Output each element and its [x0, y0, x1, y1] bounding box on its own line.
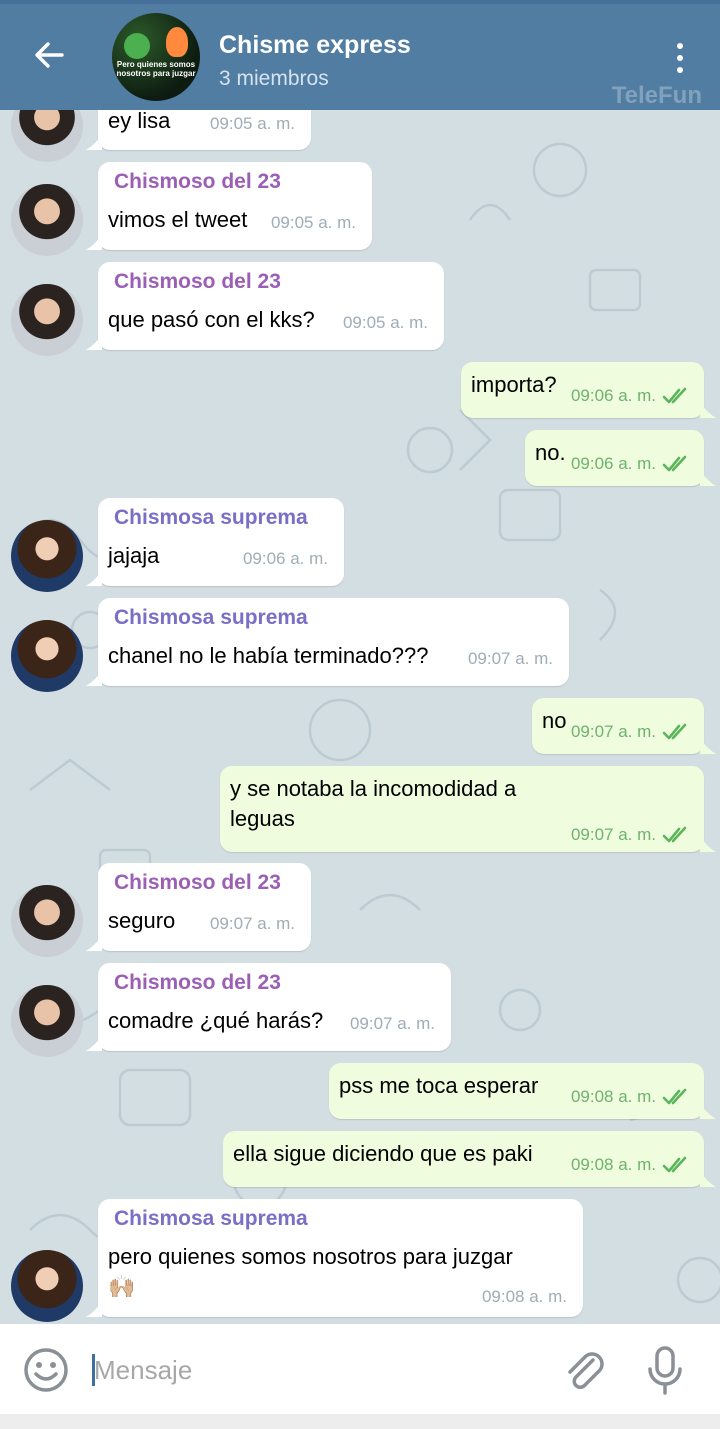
message-text: ella sigue diciendo que es paki	[233, 1141, 533, 1166]
message-text: leguas	[230, 806, 295, 831]
message-time: 09:06 a. m.	[242, 549, 328, 568]
message-text: seguro	[108, 908, 176, 933]
sender-name[interactable]: Chismosa suprema	[114, 1207, 308, 1231]
message-input-wrapper	[90, 1348, 530, 1392]
message-text: que pasó con el kks?	[108, 307, 315, 332]
bubble-tail	[700, 1171, 716, 1187]
message-time: 09:05 a. m.	[209, 114, 295, 133]
outgoing-message[interactable]: pss me toca esperar 09:08 a. m.	[329, 1063, 716, 1119]
incoming-message[interactable]: Chismoso del 23 comadre ¿qué harás? 09:07 …	[86, 963, 451, 1051]
double-check-icon	[662, 826, 687, 843]
message-text: y se notaba la incomodidad a	[230, 776, 517, 801]
avatar[interactable]	[11, 885, 83, 957]
incoming-message[interactable]: ey lisa 09:05 a. m.	[86, 110, 311, 150]
incoming-message[interactable]: Chismosa suprema pero quienes somos nosot…	[86, 1199, 583, 1317]
watermark: TeleFun	[611, 82, 702, 109]
more-vertical-icon[interactable]	[662, 38, 698, 78]
incoming-message[interactable]: Chismoso del 23 que pasó con el kks? 09:05…	[86, 262, 444, 350]
bubble-tail	[700, 470, 716, 486]
chat-header: Pero quienes somos nosotros para juzgar …	[0, 0, 720, 110]
message-text: importa?	[471, 372, 557, 397]
message-text: ey lisa	[108, 110, 171, 133]
avatar[interactable]	[11, 620, 83, 692]
bubble-tail	[700, 738, 716, 754]
message-time: 09:06 a. m.	[570, 386, 656, 405]
message-text: chanel no le había terminado???	[108, 643, 429, 668]
message-time: 09:07 a. m.	[570, 722, 656, 741]
message-text: jajaja	[108, 543, 160, 568]
group-avatar[interactable]: Pero quienes somos nosotros para juzgar	[112, 13, 200, 101]
message-time: 09:08 a. m.	[481, 1287, 567, 1306]
bubble-tail	[86, 1301, 102, 1317]
incoming-message[interactable]: Chismosa suprema chanel no le había termi…	[86, 598, 569, 686]
double-check-icon	[662, 455, 687, 472]
group-avatar-caption: Pero quienes somos nosotros para juzgar	[116, 60, 196, 78]
double-check-icon	[662, 387, 687, 404]
message-time: 09:07 a. m.	[209, 914, 295, 933]
message-input[interactable]	[90, 1348, 530, 1392]
smile-icon[interactable]	[22, 1346, 70, 1394]
avatar[interactable]	[11, 985, 83, 1057]
sender-name[interactable]: Chismoso del 23	[114, 270, 281, 294]
outgoing-message[interactable]: ella sigue diciendo que es paki 09:08 a. …	[223, 1131, 716, 1187]
message-time: 09:07 a. m.	[570, 825, 656, 844]
arrow-left-icon[interactable]	[28, 34, 70, 76]
double-check-icon	[662, 1088, 687, 1105]
outgoing-message[interactable]: importa? 09:06 a. m.	[461, 362, 716, 418]
message-text: 🙌🏼	[108, 1274, 136, 1299]
sender-name[interactable]: Chismoso del 23	[114, 971, 281, 995]
bubble-tail	[700, 836, 716, 852]
bubble-tail	[86, 134, 102, 150]
paperclip-icon[interactable]	[560, 1346, 608, 1394]
bubble-tail	[86, 570, 102, 586]
member-count[interactable]: 3 miembros	[219, 67, 329, 91]
bubble-tail	[86, 234, 102, 250]
avatar[interactable]	[11, 1250, 83, 1322]
message-text: comadre ¿qué harás?	[108, 1008, 324, 1033]
message-composer	[0, 1324, 720, 1414]
status-bar-strip	[0, 0, 720, 4]
message-time: 09:05 a. m.	[270, 213, 356, 232]
bubble-tail	[86, 670, 102, 686]
incoming-message[interactable]: Chismoso del 23 seguro 09:07 a. m.	[86, 863, 311, 951]
bubble-tail	[86, 334, 102, 350]
message-text: no.	[535, 440, 566, 465]
message-time: 09:07 a. m.	[467, 649, 553, 668]
avatar-figure-orange	[166, 27, 188, 57]
outgoing-message[interactable]: no. 09:06 a. m.	[525, 430, 716, 486]
message-time: 09:08 a. m.	[570, 1155, 656, 1174]
incoming-message[interactable]: Chismoso del 23 vimos el tweet 09:05 a. m.	[86, 162, 372, 250]
message-time: 09:07 a. m.	[349, 1014, 435, 1033]
message-text: no	[542, 708, 567, 733]
bubble-tail	[86, 935, 102, 951]
message-text: pero quienes somos nosotros para juzgar	[108, 1244, 513, 1269]
avatar[interactable]	[11, 520, 83, 592]
chat-title[interactable]: Chisme express	[219, 31, 411, 60]
message-time: 09:05 a. m.	[342, 313, 428, 332]
double-check-icon	[662, 1156, 687, 1173]
message-time: 09:06 a. m.	[570, 454, 656, 473]
message-list[interactable]: ey lisa 09:05 a. m. Chismoso del 23 vimos e…	[0, 110, 720, 1324]
bubble-tail	[700, 402, 716, 418]
sender-name[interactable]: Chismosa suprema	[114, 506, 308, 530]
sender-name[interactable]: Chismosa suprema	[114, 606, 308, 630]
microphone-icon[interactable]	[643, 1344, 687, 1396]
sender-name[interactable]: Chismoso del 23	[114, 871, 281, 895]
text-cursor	[92, 1354, 95, 1386]
message-text: pss me toca esperar	[339, 1073, 539, 1098]
double-check-icon	[662, 723, 687, 740]
system-nav-bar	[0, 1414, 720, 1429]
sender-name[interactable]: Chismoso del 23	[114, 170, 281, 194]
avatar[interactable]	[11, 284, 83, 356]
bubble-tail	[700, 1103, 716, 1119]
outgoing-message[interactable]: no 09:07 a. m.	[532, 698, 716, 754]
message-time: 09:08 a. m.	[570, 1087, 656, 1106]
bubble-tail	[86, 1035, 102, 1051]
incoming-message[interactable]: Chismosa suprema jajaja 09:06 a. m.	[86, 498, 344, 586]
avatar[interactable]	[11, 184, 83, 256]
message-text: vimos el tweet	[108, 207, 248, 232]
avatar-figure-green	[124, 33, 150, 59]
outgoing-message[interactable]: y se notaba la incomodidad a leguas 09:07 …	[220, 766, 716, 852]
